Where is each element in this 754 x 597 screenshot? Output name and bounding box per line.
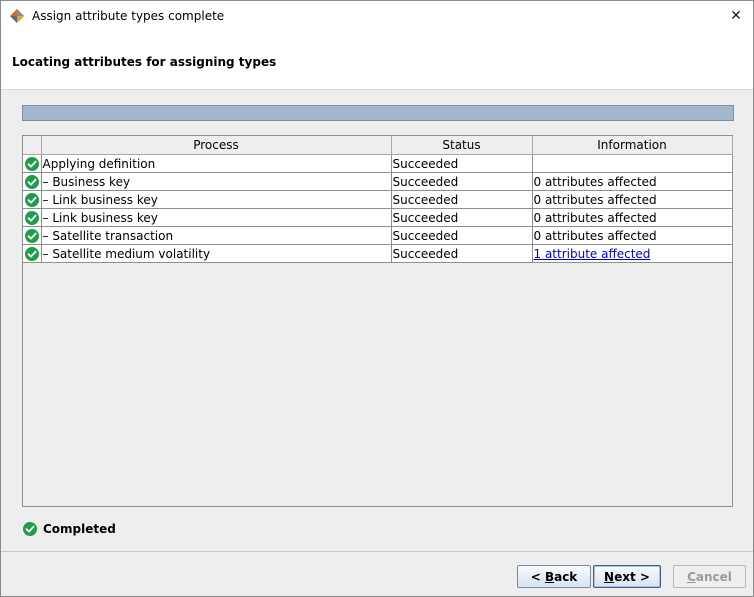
information-cell — [532, 154, 733, 173]
process-cell: – Link business key — [41, 190, 392, 209]
cancel-button[interactable]: Cancel — [673, 565, 746, 588]
status-cell: Succeeded — [391, 208, 533, 227]
wizard-header: Locating attributes for assigning types — [1, 32, 753, 90]
next-button-label: Next > — [604, 569, 650, 584]
check-circle-icon — [24, 246, 39, 261]
table-row[interactable]: – Link business key Succeeded 0 attributes… — [23, 190, 733, 209]
status-label: Completed — [43, 522, 116, 536]
cancel-button-label: Cancel — [687, 569, 732, 584]
results-table: Process Status Information Applying defi… — [23, 136, 733, 263]
table-row[interactable]: – Satellite transaction Succeeded 0 attrib… — [23, 226, 733, 245]
results-table-scrollpane[interactable]: Process Status Information Applying defi… — [22, 135, 733, 507]
status-cell: Succeeded — [391, 172, 533, 191]
information-cell: 0 attributes affected — [532, 172, 733, 191]
information-cell: 0 attributes affected — [532, 226, 733, 245]
close-button[interactable]: ✕ — [723, 4, 749, 28]
progress-bar — [22, 105, 734, 121]
row-status-cell — [23, 208, 42, 227]
row-status-cell — [23, 244, 42, 263]
column-header-process[interactable]: Process — [41, 136, 392, 155]
process-cell: Applying definition — [41, 154, 392, 173]
table-row[interactable]: – Link business key Succeeded 0 attributes… — [23, 208, 733, 227]
column-header-status[interactable]: Status — [391, 136, 533, 155]
table-row[interactable]: – Business key Succeeded 0 attributes affe… — [23, 172, 733, 191]
check-circle-icon — [24, 210, 39, 225]
table-header-row: Process Status Information — [23, 136, 733, 155]
row-status-cell — [23, 154, 42, 173]
back-button-label: < Back — [530, 569, 578, 584]
title-bar: Assign attribute types complete ✕ — [1, 1, 753, 32]
process-cell: – Link business key — [41, 208, 392, 227]
status-cell: Succeeded — [391, 244, 533, 263]
check-circle-icon — [24, 228, 39, 243]
column-header-information[interactable]: Information — [532, 136, 733, 155]
row-status-cell — [23, 226, 42, 245]
process-cell: – Business key — [41, 172, 392, 191]
back-button[interactable]: < Back — [517, 565, 591, 588]
check-circle-icon — [24, 156, 39, 171]
check-circle-icon — [23, 522, 37, 536]
column-header-icon[interactable] — [23, 136, 42, 155]
row-status-cell — [23, 172, 42, 191]
app-logo-icon — [9, 8, 25, 24]
check-circle-icon — [24, 174, 39, 189]
close-icon: ✕ — [730, 8, 742, 24]
status-cell: Succeeded — [391, 226, 533, 245]
table-row[interactable]: Applying definition Succeeded — [23, 154, 733, 173]
status-cell: Succeeded — [391, 190, 533, 209]
next-button[interactable]: Next > — [593, 565, 661, 588]
status-cell: Succeeded — [391, 154, 533, 173]
information-cell: 0 attributes affected — [532, 190, 733, 209]
table-row[interactable]: – Satellite medium volatility Succeeded 1 … — [23, 244, 733, 263]
button-bar: < Back Next > Cancel — [1, 551, 753, 596]
attributes-affected-link[interactable]: 1 attribute affected — [534, 247, 651, 261]
row-status-cell — [23, 190, 42, 209]
process-cell: – Satellite transaction — [41, 226, 392, 245]
window-title: Assign attribute types complete — [32, 9, 225, 23]
completion-status: Completed — [23, 522, 116, 536]
dialog-window: Assign attribute types complete ✕ Locati… — [0, 0, 754, 597]
information-cell: 0 attributes affected — [532, 208, 733, 227]
information-cell: 1 attribute affected — [532, 244, 733, 263]
page-title: Locating attributes for assigning types — [12, 55, 277, 69]
process-cell: – Satellite medium volatility — [41, 244, 392, 263]
check-circle-icon — [24, 192, 39, 207]
wizard-content: Process Status Information Applying defi… — [1, 90, 753, 551]
